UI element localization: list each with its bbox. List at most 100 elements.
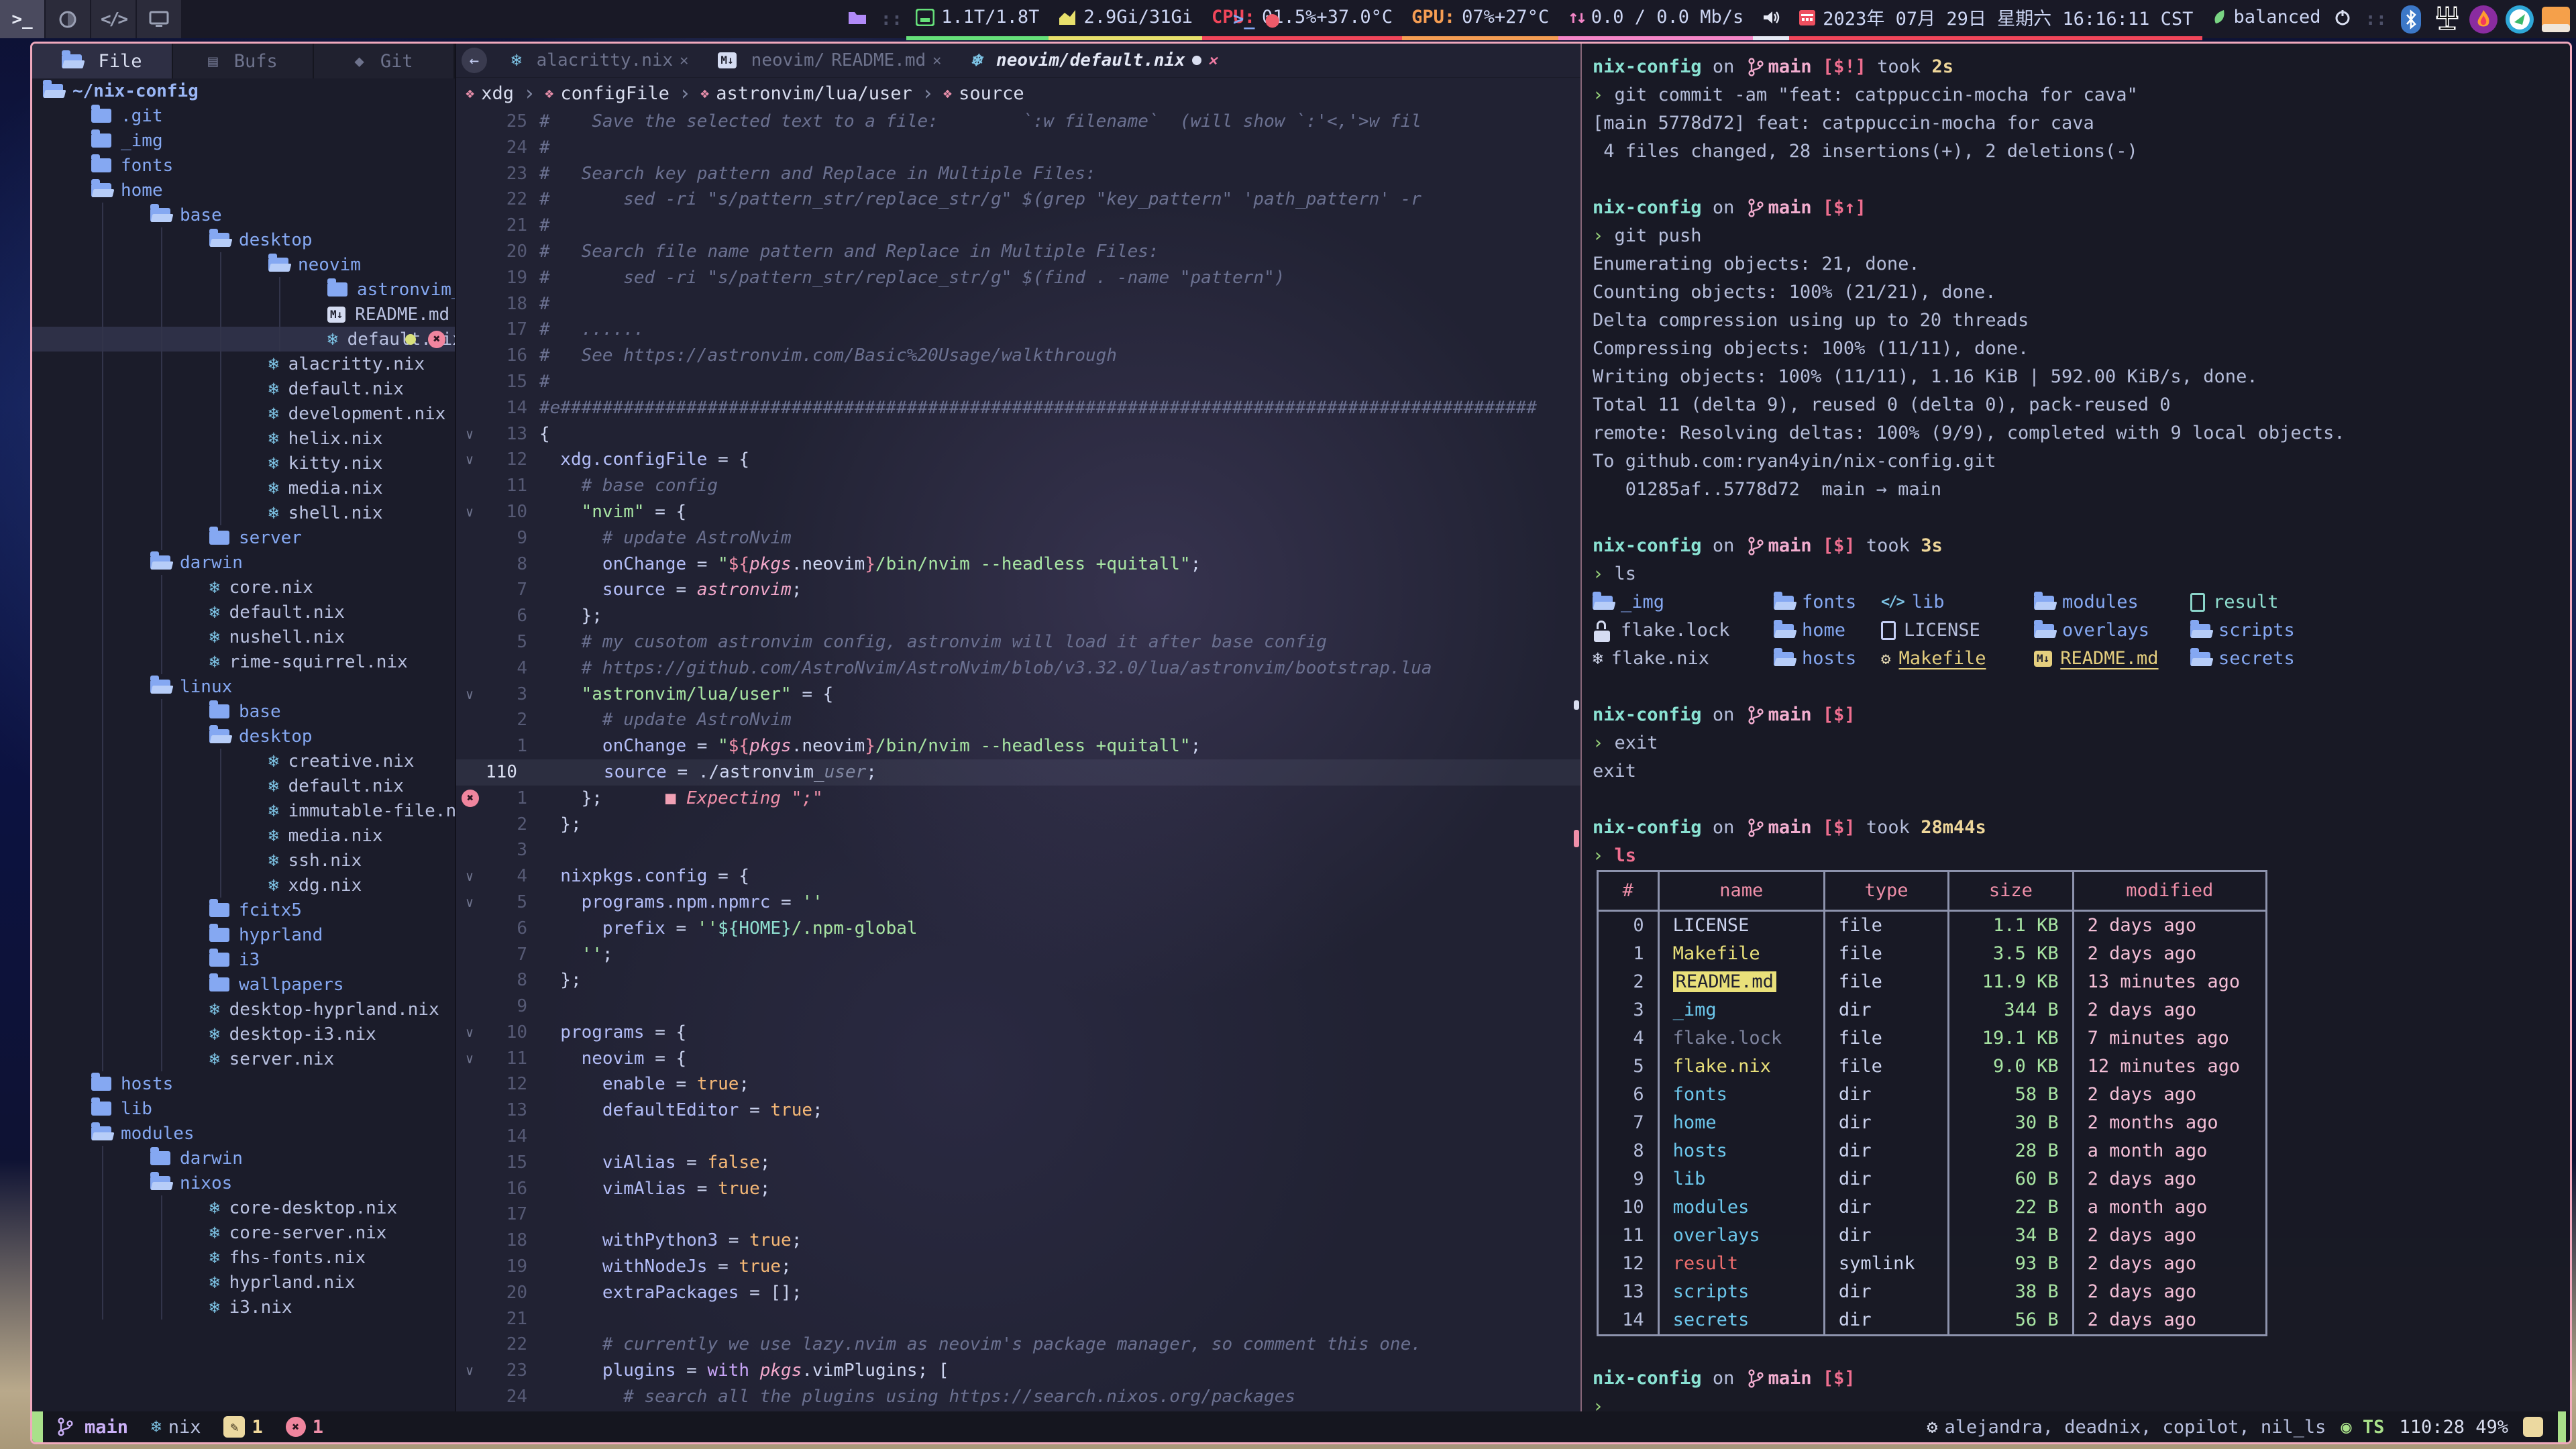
- flame-icon[interactable]: [2469, 5, 2498, 34]
- tree-item[interactable]: modules: [32, 1121, 455, 1146]
- code-workspace[interactable]: </>: [91, 0, 137, 38]
- makefile-icon: ⚙: [1881, 645, 1890, 673]
- leaf-icon: [2212, 9, 2226, 26]
- code-line: 2 };: [456, 812, 1580, 838]
- breadcrumb-item[interactable]: ❖astronvim/lua/user: [700, 83, 912, 104]
- desktop-workspace[interactable]: [137, 0, 182, 38]
- terminal-pane[interactable]: nix-config on main [$!] took 2s› git com…: [1582, 44, 2570, 1411]
- tree-item[interactable]: ❄xdg.nix: [32, 873, 455, 898]
- code-line: 11 # base config: [456, 473, 1580, 499]
- tree-item[interactable]: linux: [32, 674, 455, 699]
- rime-icon[interactable]: [2505, 5, 2534, 34]
- file-icon: [2190, 593, 2205, 612]
- tree-item[interactable]: server: [32, 525, 455, 550]
- tree-item[interactable]: lib: [32, 1096, 455, 1121]
- tree-item[interactable]: darwin: [32, 550, 455, 575]
- terminal-line: Writing objects: 100% (11/11), 1.16 KiB …: [1593, 363, 2570, 391]
- terminal-workspace[interactable]: >_: [0, 0, 46, 38]
- tree-item[interactable]: ❄ssh.nix: [32, 848, 455, 873]
- breadcrumb-item[interactable]: ❖source: [943, 83, 1024, 104]
- tree-item[interactable]: neovim: [32, 252, 455, 277]
- gear-icon: ⚙: [1927, 1417, 1937, 1438]
- tree-item[interactable]: ❄helix.nix: [32, 426, 455, 451]
- tree-item[interactable]: fcitx5: [32, 898, 455, 922]
- code-icon: </>: [1881, 588, 1904, 616]
- tree-item[interactable]: ❄default.nix: [32, 376, 455, 401]
- scrollbar-thumb[interactable]: [1574, 700, 1579, 710]
- tree-item[interactable]: desktop: [32, 724, 455, 749]
- tree-item[interactable]: nixos: [32, 1171, 455, 1195]
- tree-item[interactable]: ❄desktop-hyprland.nix: [32, 997, 455, 1022]
- tree-item[interactable]: hyprland: [32, 922, 455, 947]
- buffer-tab[interactable]: ❄alacritty.nix✕: [499, 44, 700, 77]
- tree-item[interactable]: base: [32, 203, 455, 227]
- files-tray-icon[interactable]: [2541, 5, 2571, 34]
- code-area[interactable]: 25# Save the selected text to a file: `:…: [456, 109, 1580, 1411]
- tree-item[interactable]: ❄rime-squirrel.nix: [32, 649, 455, 674]
- tree-item[interactable]: ❄core.nix: [32, 575, 455, 600]
- back-button[interactable]: ←: [462, 48, 487, 73]
- folder-open-icon: [209, 233, 229, 247]
- code-line: 21: [456, 1306, 1580, 1332]
- tree-item[interactable]: ❄hyprland.nix: [32, 1270, 455, 1295]
- table-row: 6fontsdir58 B2 days ago: [1598, 1081, 2267, 1109]
- nix-icon: ❄: [511, 50, 522, 70]
- workspace-switcher: >_ </>: [0, 0, 182, 38]
- breadcrumb-item[interactable]: ❖configFile: [545, 83, 669, 104]
- tree-item[interactable]: ❄immutable-file.nix: [32, 798, 455, 823]
- tree-item[interactable]: ❄alacritty.nix: [32, 352, 455, 376]
- tree-item[interactable]: ❄i3.nix: [32, 1295, 455, 1320]
- close-icon[interactable]: ✕: [1208, 52, 1217, 69]
- code-line: 15#: [456, 369, 1580, 395]
- tree-item[interactable]: astronvim_user: [32, 277, 455, 302]
- tree-item[interactable]: _img: [32, 128, 455, 153]
- tree-item[interactable]: fonts: [32, 153, 455, 178]
- tree-tab-bufs[interactable]: ▤Bufs: [173, 44, 314, 78]
- tree-item[interactable]: desktop: [32, 227, 455, 252]
- volume-module[interactable]: [1753, 0, 1789, 40]
- code-line: 24 # search all the plugins using https:…: [456, 1384, 1580, 1410]
- tree-item[interactable]: ❄default.nix✖: [32, 327, 455, 352]
- nix-icon: ❄: [268, 478, 279, 498]
- tree-item[interactable]: base: [32, 699, 455, 724]
- tree-item[interactable]: ❄kitty.nix: [32, 451, 455, 476]
- browser-workspace[interactable]: [46, 0, 91, 38]
- tree-tab-git[interactable]: ◆Git: [314, 44, 455, 78]
- tree-item[interactable]: ❄shell.nix: [32, 500, 455, 525]
- tree-item[interactable]: ❄development.nix: [32, 401, 455, 426]
- tree-item[interactable]: ❄core-desktop.nix: [32, 1195, 455, 1220]
- tree-item[interactable]: wallpapers: [32, 972, 455, 997]
- buffer-tab[interactable]: ❄neovim/default.nix✕: [959, 44, 1229, 77]
- tree-item[interactable]: ❄creative.nix: [32, 749, 455, 773]
- nix-icon: ❄: [268, 776, 279, 796]
- tree-item[interactable]: .git: [32, 103, 455, 128]
- tree-item[interactable]: darwin: [32, 1146, 455, 1171]
- trident-icon[interactable]: [2432, 5, 2462, 34]
- tree-item[interactable]: home: [32, 178, 455, 203]
- tree-item[interactable]: ❄default.nix: [32, 773, 455, 798]
- nix-icon: ❄: [268, 379, 279, 399]
- tree-item[interactable]: ❄media.nix: [32, 823, 455, 848]
- terminal-line: 01285af..5778d72 main → main: [1593, 476, 2570, 504]
- close-icon[interactable]: ✕: [680, 52, 688, 69]
- breadcrumb-item[interactable]: ❖xdg: [466, 83, 514, 104]
- tree-item[interactable]: ❄media.nix: [32, 476, 455, 500]
- tree-item[interactable]: ~/nix-config: [32, 78, 455, 103]
- power-profile-module[interactable]: balanced: [2202, 0, 2361, 40]
- close-icon[interactable]: ✕: [932, 52, 941, 69]
- tree-tab-file[interactable]: File: [32, 44, 173, 78]
- tree-item[interactable]: M↓README.md: [32, 302, 455, 327]
- separator: ::: [2361, 9, 2391, 30]
- nix-icon: ❄: [209, 1248, 220, 1268]
- tree-item[interactable]: ❄desktop-i3.nix: [32, 1022, 455, 1046]
- tree-item[interactable]: ❄server.nix: [32, 1046, 455, 1071]
- bluetooth-icon[interactable]: [2396, 5, 2426, 34]
- tree-item[interactable]: i3: [32, 947, 455, 972]
- tree-item[interactable]: hosts: [32, 1071, 455, 1096]
- git-icon: ◆: [354, 52, 364, 70]
- tree-item[interactable]: ❄nushell.nix: [32, 625, 455, 649]
- tree-item[interactable]: ❄default.nix: [32, 600, 455, 625]
- tree-item[interactable]: ❄fhs-fonts.nix: [32, 1245, 455, 1270]
- buffer-tab[interactable]: M↓neovim/README.md✕: [706, 44, 953, 77]
- tree-item[interactable]: ❄core-server.nix: [32, 1220, 455, 1245]
